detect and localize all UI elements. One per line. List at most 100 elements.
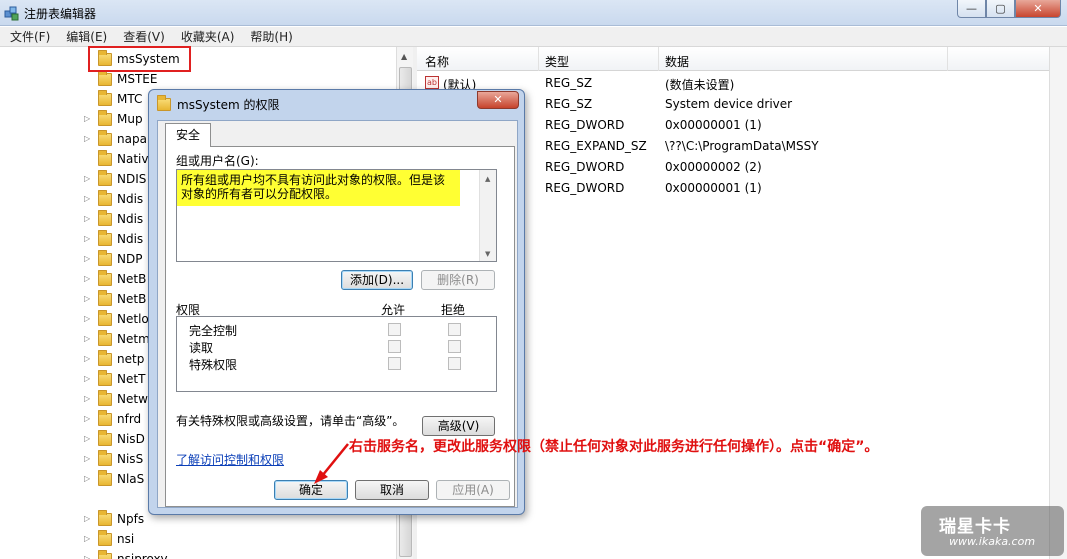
folder-icon	[98, 369, 112, 386]
users-empty-message: 所有组或用户均不具有访问此对象的权限。但是该对象的所有者可以分配权限。	[177, 170, 460, 206]
permission-special: 特殊权限	[189, 358, 238, 372]
tab-security[interactable]: 安全	[165, 123, 211, 147]
expand-icon[interactable]: ▷	[84, 375, 92, 383]
apply-button[interactable]: 应用(A)	[436, 480, 510, 500]
close-button[interactable]: ✕	[1015, 0, 1061, 18]
permission-full-control: 完全控制	[189, 324, 238, 338]
expand-icon[interactable]: ▷	[84, 135, 92, 143]
advanced-button[interactable]: 高级(V)	[422, 416, 495, 436]
folder-icon	[98, 469, 112, 486]
expand-icon[interactable]: ▷	[84, 355, 92, 363]
tree-item[interactable]: ▷ Ndis	[84, 189, 143, 209]
expand-icon[interactable]: ▷	[84, 295, 92, 303]
tree-item[interactable]: ▷ Ndis	[84, 229, 143, 249]
folder-icon	[98, 389, 112, 406]
menu-file[interactable]: 文件(F)	[2, 28, 58, 45]
expand-icon[interactable]: ▷	[84, 195, 92, 203]
menu-help[interactable]: 帮助(H)	[242, 28, 300, 45]
scroll-up-icon[interactable]: ▲	[401, 52, 407, 61]
tree-item[interactable]: MTC	[88, 89, 142, 109]
deny-full-control-checkbox[interactable]	[448, 323, 461, 336]
window-title: 注册表编辑器	[24, 7, 97, 21]
tree-item[interactable]: ▷ Netlo	[84, 309, 149, 329]
dialog-title: msSystem 的权限	[177, 98, 280, 112]
list-scrollbar[interactable]	[1049, 47, 1067, 559]
users-scrollbar[interactable]: ▲ ▼	[479, 170, 496, 261]
allow-read-checkbox[interactable]	[388, 340, 401, 353]
remove-button[interactable]: 删除(R)	[421, 270, 495, 290]
regedit-icon	[4, 6, 19, 21]
allow-full-control-checkbox[interactable]	[388, 323, 401, 336]
expand-icon[interactable]: ▷	[84, 395, 92, 403]
expand-icon[interactable]: ▷	[84, 275, 92, 283]
expand-icon[interactable]: ▷	[84, 435, 92, 443]
list-header: 名称 类型 数据	[417, 47, 1067, 71]
expand-icon[interactable]: ▷	[84, 315, 92, 323]
watermark-brand: 瑞星卡卡	[939, 517, 1011, 537]
expand-icon[interactable]: ▷	[84, 335, 92, 343]
tree-item[interactable]: MSTEE	[88, 69, 157, 89]
add-button[interactable]: 添加(D)...	[341, 270, 413, 290]
tree-item[interactable]: ▷ NetT	[84, 369, 145, 389]
tree-item[interactable]: ▷ Npfs	[84, 509, 144, 529]
folder-icon	[98, 529, 112, 546]
column-type[interactable]: 类型	[545, 53, 569, 70]
expand-icon[interactable]: ▷	[84, 415, 92, 423]
dialog-titlebar: msSystem 的权限	[157, 95, 280, 113]
column-divider[interactable]	[947, 47, 948, 71]
tree-item[interactable]: ▷ Ndis	[84, 209, 143, 229]
column-divider[interactable]	[658, 47, 659, 71]
deny-read-checkbox[interactable]	[448, 340, 461, 353]
watermark: 瑞星卡卡 www.ikaka.com	[921, 506, 1064, 556]
folder-icon	[98, 449, 112, 466]
tree-item[interactable]: ▷ netp	[84, 349, 144, 369]
tree-item[interactable]: ▷ NDIS	[84, 169, 146, 189]
expand-icon[interactable]: ▷	[84, 235, 92, 243]
users-list[interactable]: 所有组或用户均不具有访问此对象的权限。但是该对象的所有者可以分配权限。 ▲ ▼	[176, 169, 497, 262]
string-value-icon: ab	[425, 76, 439, 89]
access-control-help-link[interactable]: 了解访问控制和权限	[176, 451, 284, 468]
scroll-up-icon[interactable]: ▲	[485, 175, 490, 183]
tree-item[interactable]: ▷ nfrd	[84, 409, 141, 429]
folder-icon	[98, 69, 112, 86]
menu-favorites[interactable]: 收藏夹(A)	[173, 28, 243, 45]
expand-icon[interactable]: ▷	[84, 535, 92, 543]
minimize-button[interactable]: —	[957, 0, 986, 18]
dialog-close-button[interactable]: ✕	[477, 91, 519, 109]
deny-special-checkbox[interactable]	[448, 357, 461, 370]
folder-icon	[98, 209, 112, 226]
cancel-button[interactable]: 取消	[355, 480, 429, 500]
scroll-down-icon[interactable]: ▼	[485, 250, 490, 258]
tree-item[interactable]: ▷ Mup	[84, 109, 143, 129]
tree-item[interactable]: Nativ	[88, 149, 148, 169]
tree-item[interactable]: ▷ Netm	[84, 329, 150, 349]
tree-item[interactable]: ▷ NlaS	[84, 469, 144, 489]
expand-icon[interactable]: ▷	[84, 175, 92, 183]
expand-icon[interactable]: ▷	[84, 455, 92, 463]
tree-item[interactable]: ▷ NisD	[84, 429, 145, 449]
tree-item[interactable]: ▷ Netw	[84, 389, 148, 409]
expand-icon[interactable]: ▷	[84, 215, 92, 223]
window-controls: — ▢ ✕	[957, 0, 1061, 18]
expand-icon[interactable]: ▷	[84, 255, 92, 263]
tree-item[interactable]: ▷ NetB	[84, 269, 146, 289]
column-data[interactable]: 数据	[665, 53, 689, 70]
folder-icon	[98, 269, 112, 286]
tree-item[interactable]: ▷ NetB	[84, 289, 146, 309]
tree-item[interactable]: ▷ NisS	[84, 449, 143, 469]
expand-icon[interactable]: ▷	[84, 515, 92, 523]
expand-icon[interactable]: ▷	[84, 555, 92, 559]
allow-special-checkbox[interactable]	[388, 357, 401, 370]
expand-icon[interactable]: ▷	[84, 475, 92, 483]
tree-item[interactable]: ▷ nsiproxy	[84, 549, 168, 559]
column-divider[interactable]	[538, 47, 539, 71]
expand-icon[interactable]: ▷	[84, 115, 92, 123]
tree-item[interactable]: ▷ NDP	[84, 249, 142, 269]
column-name[interactable]: 名称	[425, 53, 449, 70]
maximize-button[interactable]: ▢	[986, 0, 1015, 18]
folder-icon	[98, 309, 112, 326]
menu-edit[interactable]: 编辑(E)	[58, 28, 115, 45]
menu-view[interactable]: 查看(V)	[115, 28, 173, 45]
tree-item[interactable]: ▷ napa	[84, 129, 147, 149]
tree-item[interactable]: ▷ nsi	[84, 529, 134, 549]
